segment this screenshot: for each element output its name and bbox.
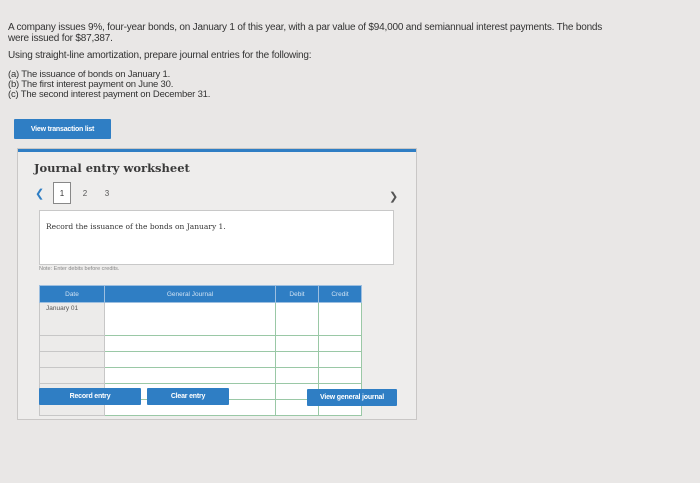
question-text: A company issues 9%, four-year bonds, on… [8,22,603,44]
credit-cell[interactable] [318,367,362,384]
date-cell[interactable] [39,367,105,384]
credit-cell[interactable] [318,335,362,352]
question-instruction: Using straight-line amortization, prepar… [8,50,312,61]
entry-instruction-text: Record the issuance of the bonds on Janu… [46,222,226,231]
view-general-journal-button[interactable]: View general journal [307,389,397,406]
debit-cell[interactable] [275,335,319,352]
journal-row [39,367,362,384]
date-cell[interactable] [39,335,105,352]
entry-instruction: Record the issuance of the bonds on Janu… [39,210,394,265]
credit-cell[interactable] [318,302,362,336]
account-cell[interactable] [104,302,276,336]
column-header-date: Date [39,285,105,303]
clear-entry-button[interactable]: Clear entry [147,388,229,405]
debit-cell[interactable] [275,367,319,384]
page-tab-1[interactable]: 1 [53,182,71,204]
credit-cell[interactable] [318,351,362,368]
debit-cell[interactable] [275,351,319,368]
page-tab-3[interactable]: 3 [99,189,115,198]
journal-entry-worksheet: Journal entry worksheet ❮ 1 2 3 ❯ Record… [17,148,417,420]
journal-row: January 01 [39,302,362,336]
worksheet-accent-bar [18,149,416,152]
chevron-right-icon[interactable]: ❯ [389,190,398,203]
account-cell[interactable] [104,335,276,352]
page-tab-2[interactable]: 2 [77,189,93,198]
worksheet-title: Journal entry worksheet [34,161,190,175]
journal-row [39,351,362,368]
question-item-c: (c) The second interest payment on Decem… [8,89,211,100]
chevron-left-icon[interactable]: ❮ [35,187,53,200]
account-cell[interactable] [104,367,276,384]
view-transaction-list-button[interactable]: View transaction list [14,119,111,139]
record-entry-button[interactable]: Record entry [39,388,141,405]
question-items: (a) The issuance of bonds on January 1. … [8,70,210,100]
debit-cell[interactable] [275,302,319,336]
worksheet-pager: ❮ 1 2 3 [35,182,115,204]
date-cell[interactable] [39,351,105,368]
column-header-credit: Credit [318,285,362,303]
date-cell[interactable]: January 01 [39,302,105,336]
debit-credit-note: Note: Enter debits before credits. [39,266,120,272]
column-header-debit: Debit [275,285,319,303]
column-header-general-journal: General Journal [104,285,276,303]
journal-row [39,335,362,352]
account-cell[interactable] [104,351,276,368]
